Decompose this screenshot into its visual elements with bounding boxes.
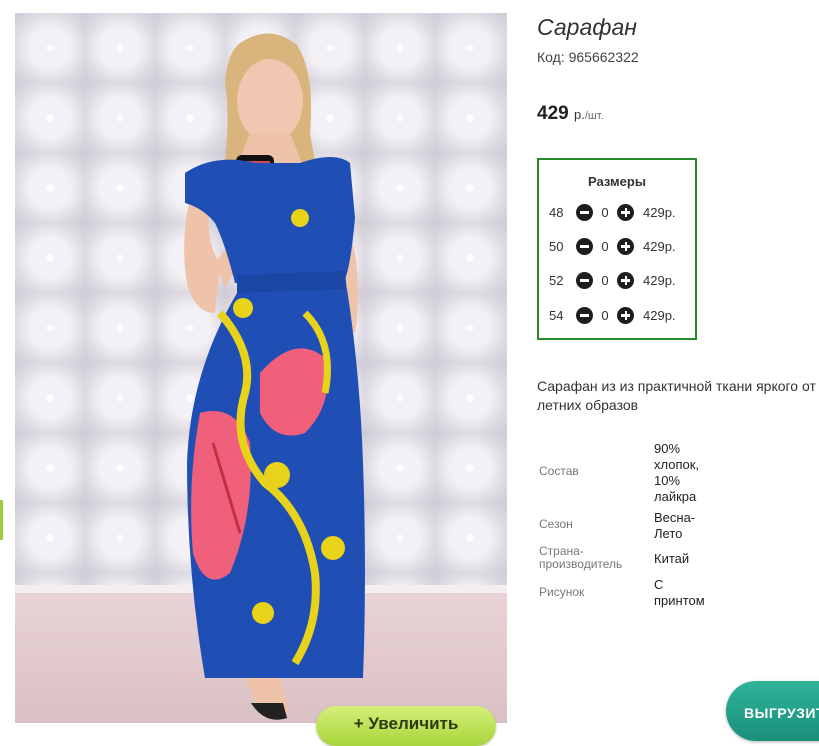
export-button[interactable]: ВЫГРУЗИТ xyxy=(726,681,819,741)
plus-icon[interactable] xyxy=(617,203,634,221)
minus-icon[interactable] xyxy=(576,271,593,289)
minus-icon[interactable] xyxy=(576,306,593,324)
price-per-unit: /шт. xyxy=(584,110,604,122)
quantity-value[interactable]: 0 xyxy=(593,239,617,254)
size-row: 54 0 429р. xyxy=(549,305,676,325)
description-line: Сарафан из из практичной ткани яркого от xyxy=(537,378,816,394)
zoom-button-label: + Увеличить xyxy=(353,714,459,733)
product-description: Сарафан из из практичной ткани яркого от… xyxy=(537,377,819,415)
price-value: 429 xyxy=(537,103,569,124)
product-price: 429 р./шт. xyxy=(537,103,604,125)
sizes-panel: Размеры 48 0 429р. 50 0 429р. 52 0 429р.… xyxy=(537,158,697,340)
plus-icon[interactable] xyxy=(617,271,634,289)
export-button-label: ВЫГРУЗИТ xyxy=(744,705,819,721)
product-code: Код: 965662322 xyxy=(537,49,639,65)
property-label-composition: Состав xyxy=(539,464,579,478)
model-illustration xyxy=(184,33,365,720)
property-label-season: Сезон xyxy=(539,517,573,531)
plus-icon[interactable] xyxy=(617,306,634,324)
size-label: 48 xyxy=(549,204,564,220)
property-value-season: Весна-Лето xyxy=(654,510,696,541)
minus-icon[interactable] xyxy=(576,203,593,221)
quantity-value[interactable]: 0 xyxy=(593,273,617,288)
left-edge-accent xyxy=(0,500,3,540)
zoom-button[interactable]: + Увеличить xyxy=(316,706,496,746)
size-price: 429р. xyxy=(643,307,676,323)
property-value-country: Китай xyxy=(654,551,690,566)
size-price: 429р. xyxy=(643,238,676,254)
quantity-value[interactable]: 0 xyxy=(593,308,617,323)
size-label: 50 xyxy=(549,238,564,254)
size-price: 429р. xyxy=(643,204,676,220)
description-line: летних образов xyxy=(537,397,639,413)
product-photo[interactable] xyxy=(15,13,507,723)
sizes-title: Размеры xyxy=(588,174,646,189)
product-title: Сарафан xyxy=(537,14,637,40)
size-label: 54 xyxy=(549,307,564,323)
quantity-value[interactable]: 0 xyxy=(593,205,617,220)
size-row: 50 0 429р. xyxy=(549,236,676,256)
size-row: 48 0 429р. xyxy=(549,202,676,222)
property-label-country: Страна-производитель xyxy=(539,544,623,571)
property-value-pattern: С принтом xyxy=(654,577,705,608)
minus-icon[interactable] xyxy=(576,237,593,255)
size-row: 52 0 429р. xyxy=(549,270,676,290)
plus-icon[interactable] xyxy=(617,237,634,255)
property-value-composition: 90% хлопок, 10% лайкра xyxy=(654,441,700,504)
property-label-pattern: Рисунок xyxy=(539,585,585,599)
size-label: 52 xyxy=(549,272,564,288)
size-price: 429р. xyxy=(643,272,676,288)
price-unit: р. xyxy=(573,107,585,122)
